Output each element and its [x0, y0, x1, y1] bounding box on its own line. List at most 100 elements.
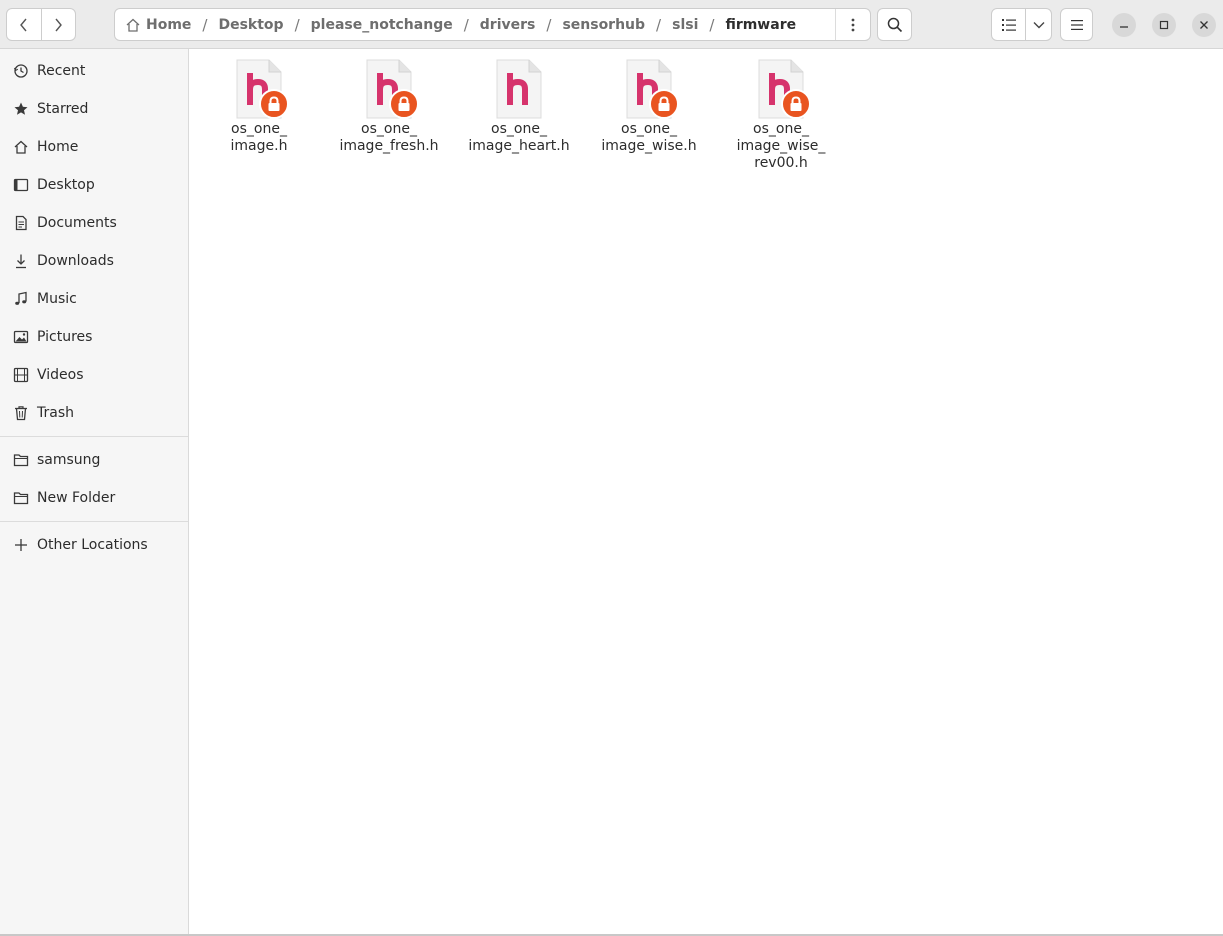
hamburger-menu-icon	[1070, 19, 1083, 30]
close-button[interactable]	[1192, 13, 1216, 37]
file-grid: os_one_ image.h os_one_ image_fresh.h os_o…	[189, 49, 1223, 936]
music-icon	[12, 290, 30, 308]
breadcrumb-label: Desktop	[218, 16, 284, 33]
c-header-file-icon	[495, 59, 543, 119]
sidebar-item-label: Trash	[37, 405, 74, 421]
breadcrumb-home[interactable]: Home	[125, 17, 191, 33]
film-icon	[12, 366, 30, 384]
sidebar-item-home[interactable]: Home	[0, 129, 188, 165]
list-view-button[interactable]	[992, 9, 1026, 40]
search-button[interactable]	[877, 8, 912, 41]
sidebar-item-label: Pictures	[37, 329, 93, 345]
search-icon	[887, 17, 902, 32]
file-name-line: image_wise_	[736, 138, 826, 154]
lock-icon	[389, 89, 419, 119]
sidebar: Recent Starred Home Desktop Documents Downloa…	[0, 49, 189, 936]
sidebar-item-recent[interactable]: Recent	[0, 53, 188, 89]
sidebar-item-music[interactable]: Music	[0, 281, 188, 317]
sidebar-item-downloads[interactable]: Downloads	[0, 243, 188, 279]
file-item[interactable]: os_one_ image_wise_ rev00.h	[727, 59, 835, 172]
sidebar-divider	[0, 521, 188, 522]
view-options-button[interactable]	[1026, 9, 1051, 40]
breadcrumb-label: firmware	[725, 16, 797, 33]
folder-icon	[12, 489, 30, 507]
file-name-line: os_one_	[231, 121, 287, 137]
breadcrumb-sensorhub[interactable]: sensorhub	[562, 17, 645, 33]
chevron-left-icon	[20, 18, 27, 31]
breadcrumb-slsi[interactable]: slsi	[672, 17, 698, 33]
sidebar-item-label: New Folder	[37, 490, 116, 506]
path-separator: /	[546, 15, 552, 34]
sidebar-item-desktop[interactable]: Desktop	[0, 167, 188, 203]
file-name-line: os_one_	[361, 121, 417, 137]
file-name: os_one_ image_wise.h	[595, 121, 703, 155]
sidebar-item-trash[interactable]: Trash	[0, 395, 188, 431]
file-name-line: rev00.h	[754, 155, 808, 171]
file-name-line: os_one_	[491, 121, 547, 137]
breadcrumb-desktop[interactable]: Desktop	[218, 17, 283, 33]
document-icon	[12, 214, 30, 232]
path-menu-button[interactable]	[835, 9, 870, 40]
path-separator: /	[202, 15, 208, 34]
view-toggle-group	[991, 8, 1052, 41]
sidebar-item-label: samsung	[37, 452, 101, 468]
sidebar-divider	[0, 436, 188, 437]
download-icon	[12, 252, 30, 270]
c-header-file-icon	[757, 59, 811, 119]
breadcrumb-label: drivers	[479, 16, 536, 33]
sidebar-item-starred[interactable]: Starred	[0, 91, 188, 127]
chevron-right-icon	[55, 18, 63, 31]
list-view-icon	[1001, 18, 1016, 31]
lock-icon	[259, 89, 289, 119]
file-item[interactable]: os_one_ image_wise.h	[595, 59, 703, 155]
path-bar: Home / Desktop / please_notchange / drivers / se…	[114, 8, 871, 41]
lock-icon	[649, 89, 679, 119]
chevron-down-icon	[1033, 21, 1044, 28]
file-name: os_one_ image_wise_ rev00.h	[727, 121, 835, 172]
maximize-button[interactable]	[1152, 13, 1176, 37]
desktop-icon	[12, 176, 30, 194]
file-name: os_one_ image_heart.h	[465, 121, 573, 155]
sidebar-item-label: Starred	[37, 101, 89, 117]
sidebar-item-videos[interactable]: Videos	[0, 357, 188, 393]
sidebar-item-other-locations[interactable]: Other Locations	[0, 527, 188, 563]
breadcrumb-drivers[interactable]: drivers	[480, 17, 536, 33]
breadcrumb-label: slsi	[672, 16, 699, 33]
sidebar-item-documents[interactable]: Documents	[0, 205, 188, 241]
picture-icon	[12, 328, 30, 346]
breadcrumb-label: Home	[146, 16, 192, 33]
c-header-file-icon	[625, 59, 679, 119]
trash-icon	[12, 404, 30, 422]
lock-icon	[781, 89, 811, 119]
sidebar-item-label: Downloads	[37, 253, 114, 269]
breadcrumb-firmware[interactable]: firmware	[725, 17, 796, 33]
sidebar-bookmark-new-folder[interactable]: New Folder	[0, 480, 188, 516]
home-icon	[125, 17, 141, 33]
sidebar-item-label: Recent	[37, 63, 86, 79]
folder-icon	[12, 451, 30, 469]
clock-icon	[12, 62, 30, 80]
path-separator: /	[656, 15, 662, 34]
file-item[interactable]: os_one_ image_heart.h	[465, 59, 573, 155]
path-separator: /	[463, 15, 469, 34]
star-icon	[12, 100, 30, 118]
file-item[interactable]: os_one_ image.h	[205, 59, 313, 155]
forward-button[interactable]	[40, 9, 75, 40]
file-item[interactable]: os_one_ image_fresh.h	[335, 59, 443, 155]
file-name-line: image_heart.h	[468, 138, 570, 154]
sidebar-item-label: Home	[37, 139, 79, 155]
file-name: os_one_ image.h	[205, 121, 313, 155]
main-menu-button[interactable]	[1060, 8, 1093, 41]
minimize-button[interactable]	[1112, 13, 1136, 37]
sidebar-item-label: Documents	[37, 215, 117, 231]
close-icon	[1200, 21, 1208, 29]
vertical-dots-icon	[851, 18, 855, 31]
sidebar-item-pictures[interactable]: Pictures	[0, 319, 188, 355]
path-separator: /	[709, 15, 715, 34]
file-name-line: image_wise.h	[601, 138, 697, 154]
breadcrumb-please-notchange[interactable]: please_notchange	[311, 17, 453, 33]
sidebar-item-label: Videos	[37, 367, 84, 383]
back-button[interactable]	[7, 9, 41, 40]
sidebar-bookmark-samsung[interactable]: samsung	[0, 442, 188, 478]
breadcrumb-label: please_notchange	[310, 16, 453, 33]
